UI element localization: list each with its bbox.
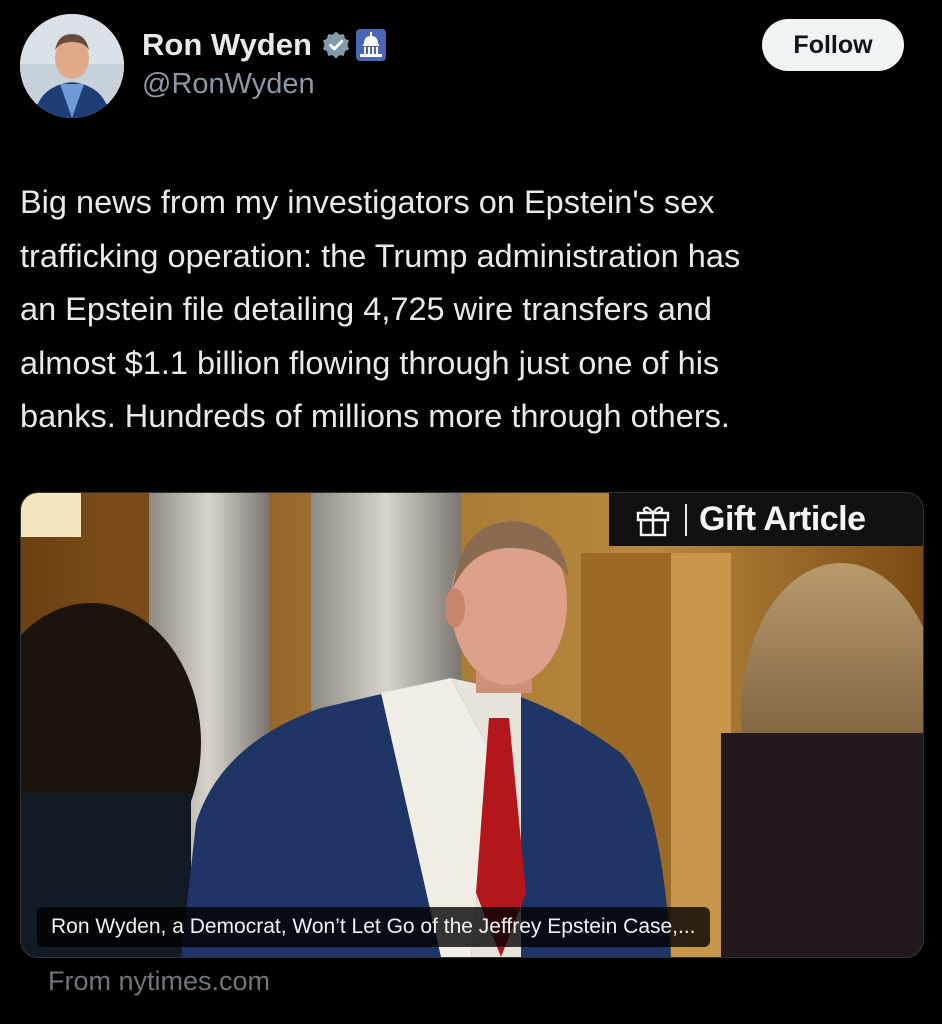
author-name[interactable]: Ron Wyden: [142, 27, 312, 63]
link-card[interactable]: Gift Article Ron Wyden, a Democrat, Won’…: [20, 492, 924, 958]
verified-check-icon[interactable]: [321, 30, 351, 60]
tweet-text: Big news from my investigators on Epstei…: [20, 176, 925, 444]
capitol-building-icon[interactable]: [355, 29, 386, 61]
tweet-line: almost $1.1 billion flowing through just…: [20, 344, 720, 381]
gift-article-button[interactable]: Gift Article: [609, 493, 923, 546]
tweet-line: trafficking operation: the Trump adminis…: [20, 237, 741, 274]
avatar[interactable]: [20, 14, 124, 118]
author-handle[interactable]: @RonWyden: [142, 68, 386, 101]
tweet-line: Big news from my investigators on Epstei…: [20, 184, 715, 220]
article-photo: [21, 493, 923, 957]
author-info: Ron Wyden @RonWyden: [142, 22, 386, 101]
follow-button[interactable]: Follow: [762, 19, 904, 71]
article-headline[interactable]: Ron Wyden, a Democrat, Won’t Let Go of t…: [37, 907, 710, 947]
gift-article-label: Gift Article: [699, 500, 866, 538]
link-source[interactable]: From nytimes.com: [48, 966, 270, 997]
gift-icon: [636, 506, 670, 536]
divider: [685, 503, 687, 536]
name-row: Ron Wyden: [142, 22, 386, 68]
tweet-line: banks. Hundreds of millions more through…: [20, 398, 730, 434]
tweet-line: an Epstein file detailing 4,725 wire tra…: [20, 291, 712, 327]
avatar-image: [20, 14, 124, 118]
